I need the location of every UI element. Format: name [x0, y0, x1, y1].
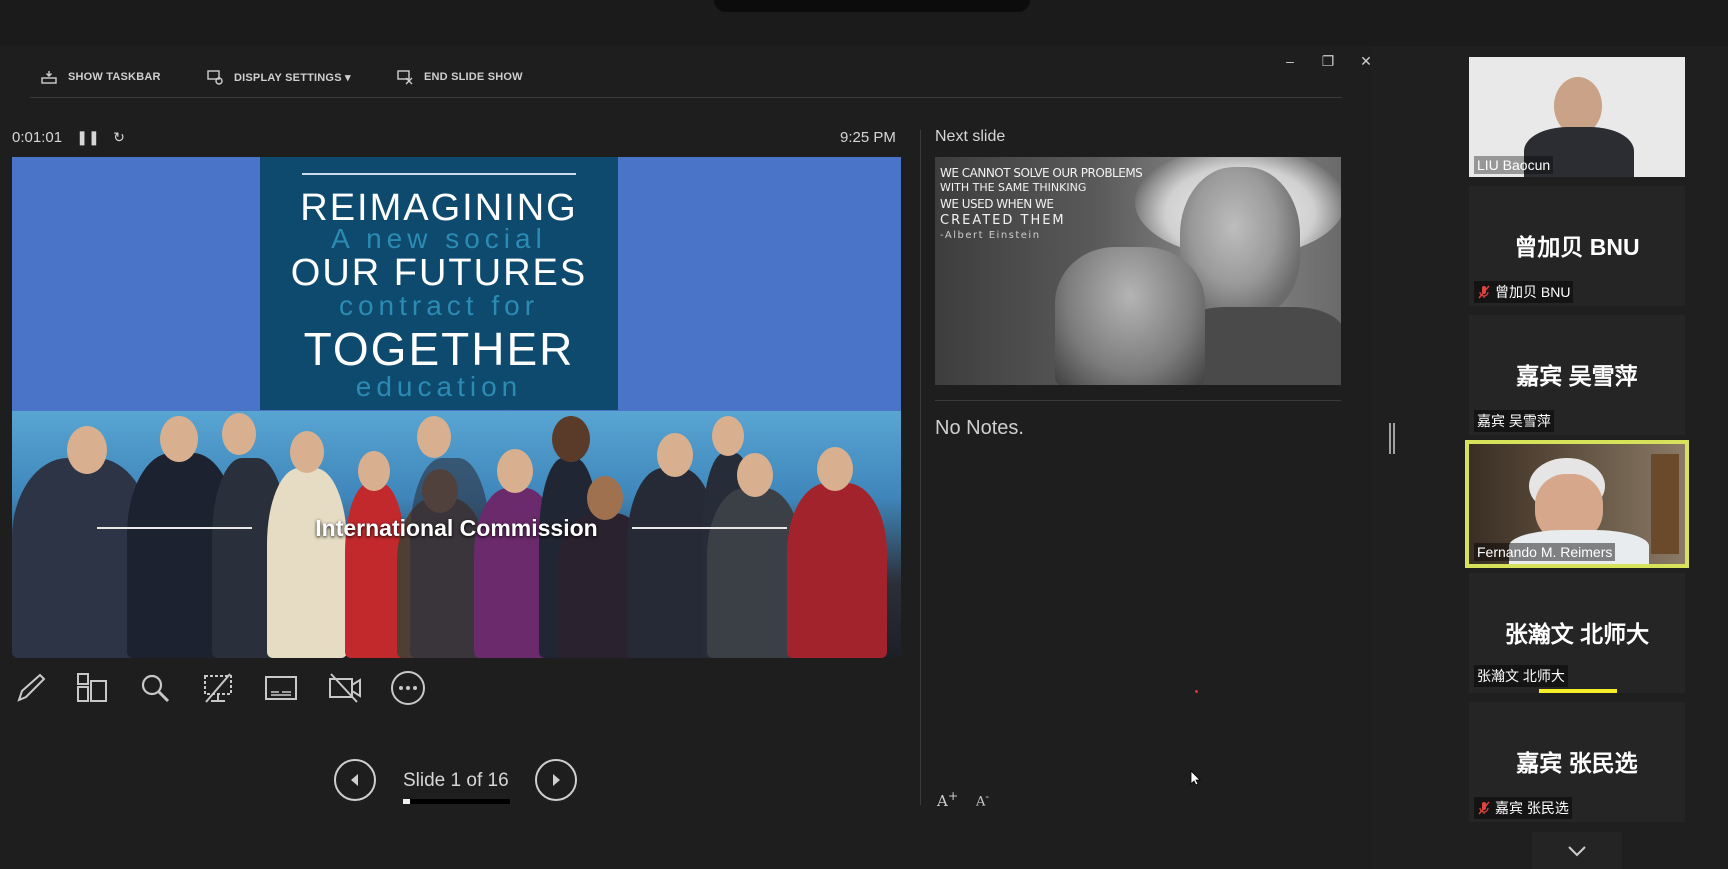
- participant-tile-wuxueping[interactable]: 嘉宾 吴雪萍 嘉宾 吴雪萍: [1469, 315, 1685, 435]
- close-button[interactable]: ✕: [1354, 50, 1378, 72]
- next-icon: [553, 774, 560, 786]
- participant-display-name: 张瀚文 北师大: [1504, 621, 1650, 647]
- banner-line-5: TOGETHER: [303, 323, 575, 375]
- end-show-icon: [397, 70, 413, 85]
- einstein-quote: WE CANNOT SOLVE OUR PROBLEMS WITH THE SA…: [940, 166, 1143, 241]
- previous-slide-button[interactable]: [334, 759, 376, 801]
- camera-toggle-button[interactable]: [325, 668, 365, 708]
- restore-button[interactable]: ❐: [1316, 50, 1340, 72]
- black-screen-icon: [204, 673, 232, 703]
- laser-dot: [1195, 690, 1198, 693]
- see-all-slides-icon: [77, 673, 107, 702]
- participant-name-text: Fernando M. Reimers: [1477, 544, 1613, 560]
- restart-icon[interactable]: ↻: [110, 128, 128, 146]
- banner-line-2: A new social: [331, 223, 547, 254]
- participant-name: 嘉宾 张民选: [1474, 797, 1572, 819]
- einstein-hands: [1055, 247, 1205, 385]
- quote-line-4: CREATED THEM: [940, 213, 1066, 228]
- subtitles-icon: [265, 676, 297, 700]
- display-settings-label: DISPLAY SETTINGS ▾: [234, 71, 351, 84]
- participant-bookshelf: [1651, 454, 1679, 554]
- slide-progress-bar: [403, 799, 510, 804]
- current-slide[interactable]: REIMAGINING A new social OUR FUTURES con…: [12, 157, 901, 658]
- participant-name: LIU Baocun: [1474, 156, 1554, 174]
- zoom-icon: [141, 674, 170, 703]
- display-settings-icon: [207, 70, 223, 85]
- participant-display-name: 嘉宾 张民选: [1516, 750, 1638, 776]
- participant-tile-liu-baocun[interactable]: LIU Baocun: [1469, 57, 1685, 177]
- mute-icon: [1478, 801, 1490, 815]
- toolbar-divider: [30, 97, 1342, 98]
- participant-name-text: 嘉宾 吴雪萍: [1477, 413, 1551, 429]
- elapsed-timer: 0:01:01: [12, 129, 63, 146]
- next-slide-preview[interactable]: WE CANNOT SOLVE OUR PROBLEMS WITH THE SA…: [935, 157, 1341, 385]
- next-slide-label: Next slide: [935, 128, 1006, 145]
- participant-name-text: LIU Baocun: [1477, 157, 1551, 173]
- increase-font-label: A: [937, 792, 948, 810]
- banner-line-6: education: [355, 371, 523, 402]
- slide-caption: International Commission: [315, 515, 598, 541]
- screen-share-notch: [714, 0, 1030, 12]
- participant-tile-fernando-reimers[interactable]: Fernando M. Reimers: [1465, 440, 1689, 568]
- more-options-button[interactable]: [388, 668, 428, 708]
- mute-icon: [1478, 285, 1490, 299]
- show-taskbar-button[interactable]: SHOW TASKBAR: [40, 66, 161, 88]
- increase-font-button[interactable]: A+: [937, 788, 958, 810]
- commission-group-photo: International Commission: [12, 411, 901, 658]
- slide-title-banner: REIMAGINING A new social OUR FUTURES con…: [260, 157, 618, 410]
- participant-display-name: 嘉宾 吴雪萍: [1516, 363, 1638, 389]
- participant-tile-zhangminxuan[interactable]: 嘉宾 张民选 嘉宾 张民选: [1469, 702, 1685, 822]
- speaking-indicator: [1539, 689, 1617, 693]
- participant-name-text: 嘉宾 张民选: [1495, 800, 1569, 816]
- end-slide-show-button[interactable]: END SLIDE SHOW: [396, 66, 523, 88]
- participant-name: 曾加贝 BNU: [1474, 281, 1574, 303]
- participant-name: 张瀚文 北师大: [1474, 665, 1568, 687]
- decrease-font-button[interactable]: A-: [976, 790, 989, 809]
- pause-icon[interactable]: ❚❚: [76, 128, 99, 146]
- display-settings-button[interactable]: DISPLAY SETTINGS ▾: [206, 66, 351, 88]
- pane-resize-handle[interactable]: [1389, 423, 1395, 454]
- participant-display-name: 曾加贝 BNU: [1514, 234, 1640, 260]
- camera-off-icon: [329, 673, 361, 703]
- banner-line-3: OUR FUTURES: [290, 252, 588, 294]
- participant-name-text: 张瀚文 北师大: [1477, 668, 1565, 684]
- quote-line-1: WE CANNOT SOLVE OUR PROBLEMS: [940, 166, 1143, 180]
- more-options-icon: [391, 671, 425, 705]
- mouse-cursor-icon: [1190, 770, 1201, 786]
- participant-tile-zengjiabei[interactable]: 曾加贝 BNU 曾加贝 BNU: [1469, 186, 1685, 306]
- chevron-down-icon: [1568, 845, 1586, 856]
- end-slide-show-label: END SLIDE SHOW: [424, 71, 523, 83]
- pen-tool-button[interactable]: [11, 668, 51, 708]
- see-all-slides-button[interactable]: [72, 668, 112, 708]
- decrease-font-label: A: [976, 794, 986, 810]
- quote-author: -Albert Einstein: [940, 230, 1041, 241]
- quote-line-2: WITH THE SAME THINKING: [940, 181, 1087, 194]
- show-taskbar-label: SHOW TASKBAR: [68, 71, 161, 83]
- black-screen-button[interactable]: [198, 668, 238, 708]
- notes-divider: [935, 400, 1341, 401]
- pen-icon: [17, 673, 46, 702]
- participant-name: Fernando M. Reimers: [1474, 543, 1616, 561]
- banner-top-rule: [302, 173, 576, 175]
- participant-tile-zhanghanwen[interactable]: 张瀚文 北师大 张瀚文 北师大: [1469, 573, 1685, 693]
- slide-counter[interactable]: Slide 1 of 16: [403, 770, 509, 792]
- banner-line-4: contract for: [338, 290, 540, 321]
- zoom-button[interactable]: [135, 668, 175, 708]
- previous-icon: [351, 774, 358, 786]
- subtitles-button[interactable]: [261, 668, 301, 708]
- participant-name: 嘉宾 吴雪萍: [1474, 410, 1554, 432]
- pane-divider: [920, 130, 921, 805]
- next-slide-button[interactable]: [535, 759, 577, 801]
- slide-progress-fill: [403, 799, 410, 804]
- minimize-button[interactable]: –: [1278, 50, 1302, 72]
- participants-scroll-down-button[interactable]: [1532, 832, 1622, 869]
- speaker-notes[interactable]: No Notes.: [935, 417, 1024, 440]
- participant-name-text: 曾加贝 BNU: [1495, 284, 1571, 300]
- quote-line-3: WE USED WHEN WE: [940, 197, 1054, 211]
- taskbar-icon: [41, 71, 57, 84]
- current-time: 9:25 PM: [840, 129, 896, 146]
